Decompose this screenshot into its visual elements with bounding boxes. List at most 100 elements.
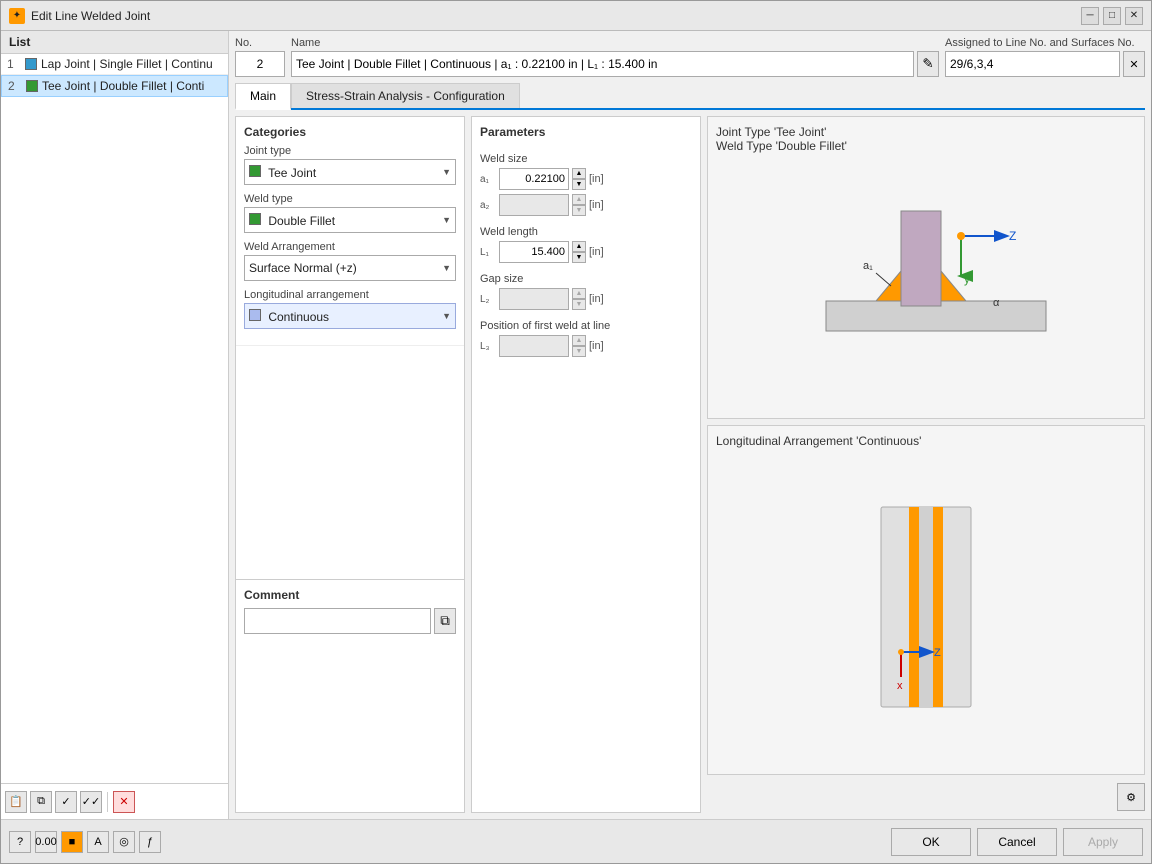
view-button[interactable]: ◎ bbox=[113, 831, 135, 853]
longitudinal-value: Continuous bbox=[268, 310, 329, 324]
chevron-down-icon: ▼ bbox=[442, 215, 451, 225]
longitudinal-diagram-label: Longitudinal Arrangement 'Continuous' bbox=[716, 434, 921, 448]
a1-spin-down[interactable]: ▼ bbox=[572, 179, 586, 190]
tabs-row: Main Stress-Strain Analysis - Configurat… bbox=[235, 83, 1145, 110]
units-button[interactable]: 0.00 bbox=[35, 831, 57, 853]
name-group: Name ✎ bbox=[291, 37, 939, 77]
assigned-input[interactable] bbox=[945, 51, 1120, 77]
bottom-left-icons: ? 0.00 ■ A ◎ ƒ bbox=[9, 831, 161, 853]
text-button[interactable]: A bbox=[87, 831, 109, 853]
color-button[interactable]: ■ bbox=[61, 831, 83, 853]
no-group: No. bbox=[235, 37, 285, 77]
l1-unit: [in] bbox=[589, 246, 615, 258]
joint-type-color bbox=[249, 165, 261, 177]
comment-section: Comment ⧉ bbox=[236, 579, 464, 813]
l3-spinner: ▲ ▼ bbox=[572, 335, 586, 357]
longitudinal-row: Longitudinal arrangement Continuous ▼ bbox=[244, 289, 456, 329]
bottom-right-buttons: OK Cancel Apply bbox=[891, 828, 1143, 856]
ok-button[interactable]: OK bbox=[891, 828, 971, 856]
bottom-toolbar: ? 0.00 ■ A ◎ ƒ OK Cancel Apply bbox=[1, 819, 1151, 863]
diagram-settings-button[interactable]: ⚙ bbox=[1117, 783, 1145, 811]
assigned-label: Assigned to Line No. and Surfaces No. bbox=[945, 37, 1145, 49]
categories-extra bbox=[236, 346, 464, 579]
weld-arrangement-dropdown[interactable]: Surface Normal (+z) ▼ bbox=[244, 255, 456, 281]
weld-type-value: Double Fillet bbox=[268, 214, 335, 228]
longitudinal-diagram-box: Longitudinal Arrangement 'Continuous' bbox=[707, 425, 1145, 775]
list-item-text: Tee Joint | Double Fillet | Conti bbox=[42, 79, 204, 93]
l2-spinner: ▲ ▼ bbox=[572, 288, 586, 310]
a2-row: a₂ ▲ ▼ [in] bbox=[480, 194, 692, 216]
content-area: Categories Joint type Tee Joint ▼ bbox=[235, 116, 1145, 813]
cancel-button[interactable]: Cancel bbox=[977, 828, 1057, 856]
l3-spin-down: ▼ bbox=[572, 346, 586, 357]
weld-type-dropdown[interactable]: Double Fillet ▼ bbox=[244, 207, 456, 233]
list-item-text: Lap Joint | Single Fillet | Continu bbox=[41, 57, 213, 71]
copy-comment-button[interactable]: ⧉ bbox=[434, 608, 456, 634]
list-item-num: 1 bbox=[7, 57, 21, 71]
diagram-toolbar: ⚙ bbox=[707, 781, 1145, 813]
maximize-button[interactable]: □ bbox=[1103, 7, 1121, 25]
parameters-panel: Parameters Weld size a₁ ▲ ▼ [in] a₂ bbox=[471, 116, 701, 813]
list-area: 1 Lap Joint | Single Fillet | Continu 2 … bbox=[1, 54, 228, 783]
divider bbox=[107, 792, 108, 812]
add-item-button[interactable]: 📋 bbox=[5, 791, 27, 813]
a1-unit: [in] bbox=[589, 173, 615, 185]
joint-diagram-type-label: Joint Type 'Tee Joint' Weld Type 'Double… bbox=[716, 125, 847, 153]
svg-text:Z: Z bbox=[1009, 229, 1016, 243]
a1-spin-up[interactable]: ▲ bbox=[572, 168, 586, 179]
tab-stress[interactable]: Stress-Strain Analysis - Configuration bbox=[291, 83, 520, 108]
position-label: Position of first weld at line bbox=[480, 320, 692, 332]
a1-spinner: ▲ ▼ bbox=[572, 168, 586, 190]
formula-button[interactable]: ƒ bbox=[139, 831, 161, 853]
weld-type-color bbox=[249, 213, 261, 225]
apply-button[interactable]: Apply bbox=[1063, 828, 1143, 856]
l2-input bbox=[499, 288, 569, 310]
check-item-button[interactable]: ✓ bbox=[55, 791, 77, 813]
assigned-group: Assigned to Line No. and Surfaces No. ✕ bbox=[945, 37, 1145, 77]
no-label: No. bbox=[235, 37, 285, 49]
a1-input[interactable] bbox=[499, 168, 569, 190]
main-content: List 1 Lap Joint | Single Fillet | Conti… bbox=[1, 31, 1151, 819]
chevron-down-icon: ▼ bbox=[442, 311, 451, 321]
assign-button[interactable]: ✕ bbox=[1123, 51, 1145, 77]
close-button[interactable]: ✕ bbox=[1125, 7, 1143, 25]
minimize-button[interactable]: ─ bbox=[1081, 7, 1099, 25]
joint-type-value: Tee Joint bbox=[268, 166, 316, 180]
weld-type-label: Weld type bbox=[244, 193, 456, 205]
svg-text:Z: Z bbox=[934, 647, 941, 659]
title-bar-left: ✦ Edit Line Welded Joint bbox=[9, 8, 150, 24]
continuous-svg: Z x bbox=[871, 497, 981, 717]
l1-spin-down[interactable]: ▼ bbox=[572, 252, 586, 263]
name-input[interactable] bbox=[291, 51, 914, 77]
help-button[interactable]: ? bbox=[9, 831, 31, 853]
l1-spin-up[interactable]: ▲ bbox=[572, 241, 586, 252]
list-item[interactable]: 1 Lap Joint | Single Fillet | Continu bbox=[1, 54, 228, 75]
weld-arrangement-label: Weld Arrangement bbox=[244, 241, 456, 253]
edit-name-button[interactable]: ✎ bbox=[917, 51, 939, 77]
top-row: No. Name ✎ Assigned to Line No. and Surf… bbox=[235, 37, 1145, 77]
window-title: Edit Line Welded Joint bbox=[31, 9, 150, 23]
joint-type-dropdown[interactable]: Tee Joint ▼ bbox=[244, 159, 456, 185]
l1-input[interactable] bbox=[499, 241, 569, 263]
main-window: ✦ Edit Line Welded Joint ─ □ ✕ List 1 La… bbox=[0, 0, 1152, 864]
l2-row: L₂ ▲ ▼ [in] bbox=[480, 288, 692, 310]
chevron-down-icon: ▼ bbox=[442, 263, 451, 273]
weld-length-label: Weld length bbox=[480, 226, 692, 238]
longitudinal-dropdown[interactable]: Continuous ▼ bbox=[244, 303, 456, 329]
weld-size-label: Weld size bbox=[480, 153, 692, 165]
a1-row: a₁ ▲ ▼ [in] bbox=[480, 168, 692, 190]
no-input[interactable] bbox=[235, 51, 285, 77]
check-all-button[interactable]: ✓✓ bbox=[80, 791, 102, 813]
comment-select[interactable] bbox=[244, 608, 431, 634]
tab-main[interactable]: Main bbox=[235, 83, 291, 110]
list-item[interactable]: 2 Tee Joint | Double Fillet | Conti bbox=[1, 75, 228, 97]
a2-spinner: ▲ ▼ bbox=[572, 194, 586, 216]
gap-size-label: Gap size bbox=[480, 273, 692, 285]
weld-type-row: Weld type Double Fillet ▼ bbox=[244, 193, 456, 233]
copy-item-button[interactable]: ⧉ bbox=[30, 791, 52, 813]
delete-item-button[interactable]: ✕ bbox=[113, 791, 135, 813]
chevron-down-icon: ▼ bbox=[442, 167, 451, 177]
l2-spin-down: ▼ bbox=[572, 299, 586, 310]
longitudinal-diagram-content: Z x bbox=[716, 448, 1136, 766]
joint-diagram-content: Z y a₁ α bbox=[716, 153, 1136, 410]
